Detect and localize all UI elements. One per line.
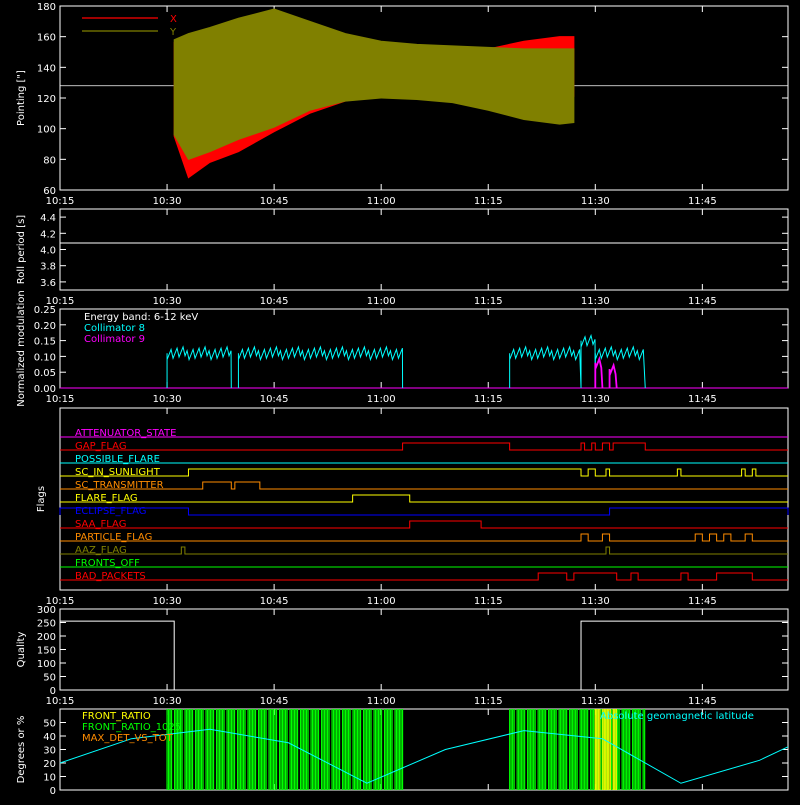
- x-tick-label: 10:45: [260, 296, 289, 307]
- y-tick-label: 0.20: [34, 321, 56, 332]
- y-tick-label: 4.4: [40, 213, 56, 224]
- y-tick-label: 3.8: [40, 262, 56, 273]
- legend-label: FRONT_RATIO: [82, 711, 151, 722]
- legend-label: Y: [169, 27, 177, 38]
- y-tick-label: 10: [43, 773, 56, 784]
- y-tick-label: 80: [43, 155, 56, 166]
- y-tick-label: 0: [50, 786, 56, 797]
- x-tick-label: 11:45: [688, 596, 717, 607]
- x-tick-label: 10:15: [46, 196, 75, 207]
- x-tick-label: 10:30: [153, 696, 182, 707]
- y-tick-label: 300: [37, 605, 56, 616]
- y-tick-label: 30: [43, 746, 56, 757]
- x-tick-label: 10:45: [260, 394, 289, 405]
- y-tick-label: 120: [37, 94, 56, 105]
- x-tick-label: 10:30: [153, 196, 182, 207]
- y-axis-label: Roll period [s]: [16, 215, 27, 284]
- y-tick-label: 4.0: [40, 246, 56, 257]
- y-tick-label: 150: [37, 646, 56, 657]
- right-legend-label: Absolute geomagnetic latitude: [600, 711, 754, 722]
- x-tick-label: 11:00: [367, 596, 396, 607]
- y-tick-label: 50: [43, 719, 56, 730]
- x-tick-label: 10:45: [260, 696, 289, 707]
- y-tick-label: 100: [37, 125, 56, 136]
- x-tick-label: 11:45: [688, 394, 717, 405]
- y-axis-label: Degrees or %: [16, 716, 27, 784]
- y-tick-label: 0.05: [34, 368, 56, 379]
- y-tick-label: 180: [37, 2, 56, 13]
- y-tick-label: 250: [37, 619, 56, 630]
- x-tick-label: 11:00: [367, 196, 396, 207]
- y-tick-label: 0: [50, 686, 56, 697]
- y-tick-label: 0.10: [34, 352, 56, 363]
- x-tick-label: 11:30: [581, 196, 610, 207]
- x-tick-label: 11:15: [474, 696, 503, 707]
- x-tick-label: 11:00: [367, 696, 396, 707]
- y-tick-label: 140: [37, 63, 56, 74]
- y-axis-label: Flags: [36, 486, 47, 512]
- x-tick-label: 11:30: [581, 596, 610, 607]
- y-tick-label: 20: [43, 759, 56, 770]
- x-tick-label: 10:45: [260, 196, 289, 207]
- y-tick-label: 160: [37, 33, 56, 44]
- x-tick-label: 11:30: [581, 394, 610, 405]
- y-axis-label: Normalized modulation: [16, 290, 27, 407]
- y-tick-label: 4.2: [40, 229, 56, 240]
- legend-label: MAX_DET_VS_TOT: [82, 733, 174, 744]
- x-tick-label: 10:15: [46, 696, 75, 707]
- x-tick-label: 10:30: [153, 296, 182, 307]
- y-tick-label: 50: [43, 673, 56, 684]
- x-tick-label: 10:45: [260, 596, 289, 607]
- x-tick-label: 11:15: [474, 596, 503, 607]
- x-tick-label: 11:00: [367, 296, 396, 307]
- y-tick-label: 200: [37, 632, 56, 643]
- y-tick-label: 0.15: [34, 337, 56, 348]
- x-tick-label: 11:15: [474, 296, 503, 307]
- y-tick-label: 40: [43, 732, 56, 743]
- x-tick-label: 11:30: [581, 296, 610, 307]
- y-tick-label: 100: [37, 659, 56, 670]
- y-axis-label: Pointing ["]: [16, 70, 27, 126]
- legend-label: FRONT_RATIO_1025: [82, 722, 181, 733]
- legend-label: Collimator 9: [84, 334, 145, 345]
- x-tick-label: 11:45: [688, 296, 717, 307]
- x-tick-label: 11:45: [688, 696, 717, 707]
- legend-label: X: [170, 14, 177, 25]
- x-tick-label: 10:15: [46, 394, 75, 405]
- x-tick-label: 11:15: [474, 394, 503, 405]
- x-tick-label: 10:30: [153, 596, 182, 607]
- figure-background: [0, 0, 800, 800]
- x-tick-label: 10:30: [153, 394, 182, 405]
- x-tick-label: 11:15: [474, 196, 503, 207]
- legend-label: Energy band: 6-12 keV: [84, 312, 198, 323]
- y-axis-label: Quality: [16, 632, 27, 668]
- x-tick-label: 11:30: [581, 696, 610, 707]
- legend-label: Collimator 8: [84, 323, 145, 334]
- hessi-quicklook-figure: 10:15 10:30 10:45 11:00 11:15 11:30 11:45 10:15…: [0, 0, 800, 800]
- y-tick-label: 60: [43, 186, 56, 197]
- x-tick-label: 11:45: [688, 196, 717, 207]
- y-tick-label: 0.25: [34, 305, 56, 316]
- x-tick-label: 11:00: [367, 394, 396, 405]
- y-tick-label: 0.00: [34, 384, 56, 395]
- stacked-time-series-chart: 10:15 10:30 10:45 11:00 11:15 11:30 11:45 10:15…: [0, 0, 800, 800]
- y-tick-label: 3.6: [40, 278, 56, 289]
